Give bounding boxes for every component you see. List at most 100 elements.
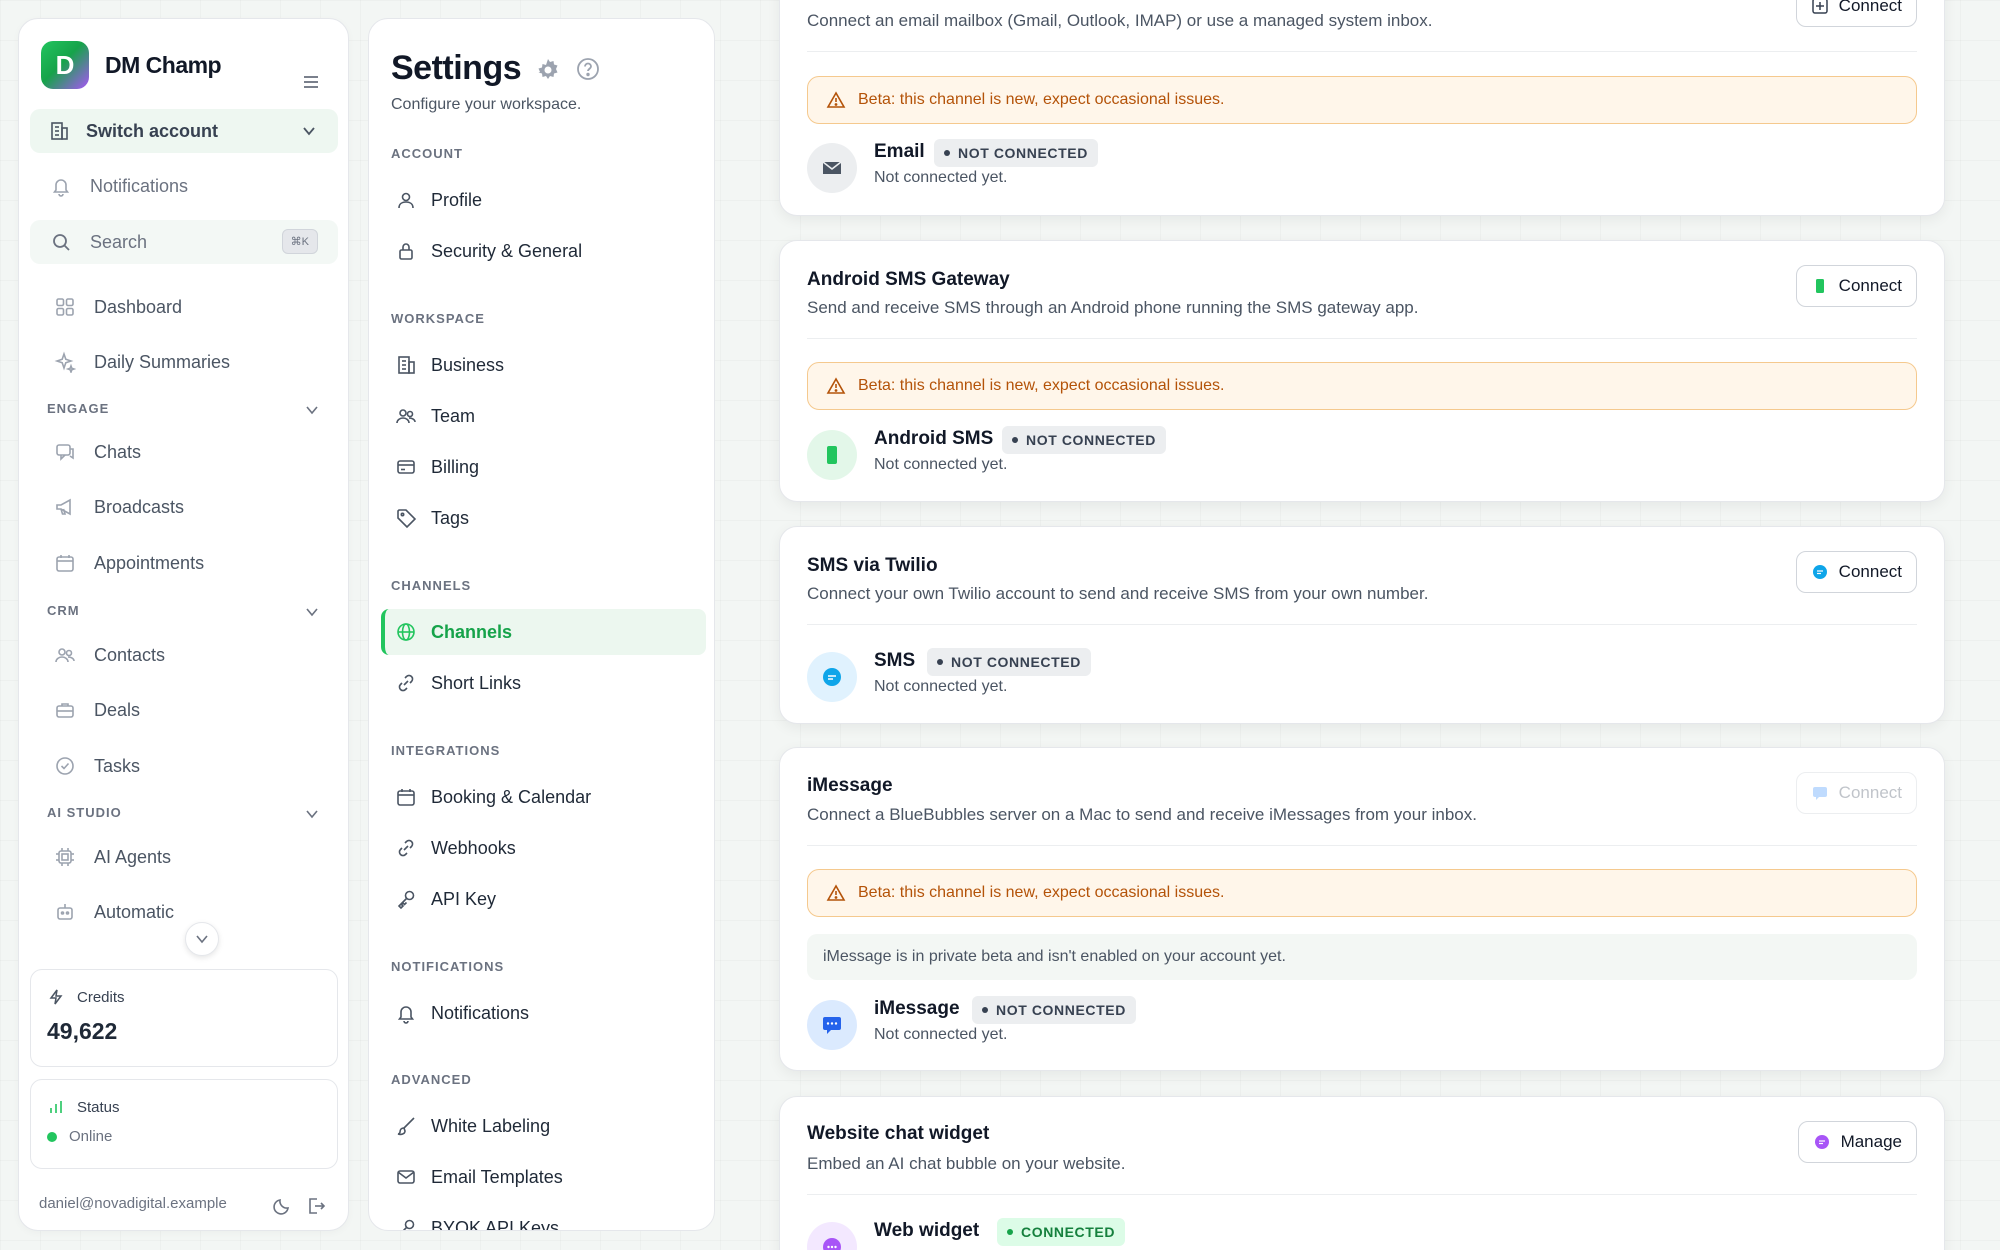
search-icon <box>53 234 70 251</box>
connect-label: Connect <box>1838 276 1902 295</box>
settings-item-label: White Labeling <box>431 1115 551 1136</box>
sidebar-item-chats[interactable]: Chats <box>30 430 338 474</box>
status-badge: NOT CONNECTED <box>934 139 1098 167</box>
chat-icon <box>56 444 74 461</box>
badge-label: NOT CONNECTED <box>951 654 1081 670</box>
search-input[interactable]: Search ⌘K <box>30 220 338 264</box>
channel-row: SMS NOT CONNECTED Not connected yet. <box>807 648 1407 712</box>
status-dot <box>47 1131 57 1142</box>
card-title: iMessage <box>807 775 893 796</box>
scroll-down-button[interactable] <box>185 922 219 956</box>
settings-section-account: ACCOUNT <box>391 146 463 161</box>
channel-status-text: Not connected yet. <box>874 678 1008 695</box>
sidebar-item-appointments[interactable]: Appointments <box>30 541 338 585</box>
settings-item-tags[interactable]: Tags <box>381 495 706 541</box>
lock-icon <box>399 243 413 260</box>
sidebar-item-daily-summaries[interactable]: Daily Summaries <box>30 340 338 384</box>
settings-item-label: Tags <box>431 507 470 528</box>
chat-bubble-icon <box>1814 1135 1829 1149</box>
settings-section-notifications: NOTIFICATIONS <box>391 959 505 974</box>
settings-item-api-key[interactable]: API Key <box>381 876 706 922</box>
chevron-down-icon[interactable] <box>304 402 320 418</box>
connect-label: Connect <box>1838 783 1902 802</box>
brand-name: DM Champ <box>105 51 222 78</box>
check-circle-icon <box>56 757 74 775</box>
switch-account-button[interactable]: Switch account <box>30 109 338 153</box>
globe-icon <box>397 623 415 641</box>
settings-item-label: Webhooks <box>431 837 516 858</box>
sidebar-notifications[interactable]: Notifications <box>30 164 338 208</box>
settings-item-webhooks[interactable]: Webhooks <box>381 825 706 871</box>
card-description: Connect your own Twilio account to send … <box>807 584 1429 603</box>
settings-item-channels[interactable]: Channels <box>381 609 706 655</box>
status-title: Status <box>47 1098 321 1116</box>
search-placeholder: Search <box>90 231 148 252</box>
chat-bubble-icon <box>823 1238 841 1250</box>
chip-icon <box>56 848 74 866</box>
settings-item-label: Short Links <box>431 672 522 693</box>
key-icon <box>402 1219 415 1230</box>
sidebar-item-tasks[interactable]: Tasks <box>30 744 338 788</box>
settings-item-label: Channels <box>431 621 513 642</box>
warning-icon <box>826 884 846 901</box>
beta-notice-text: Beta: this channel is new, expect occasi… <box>858 884 1225 901</box>
settings-item-security[interactable]: Security & General <box>381 228 706 274</box>
channel-name: iMessage <box>874 998 960 1019</box>
channel-status-text: Not connected yet. <box>874 456 1008 473</box>
settings-item-notifications[interactable]: Notifications <box>381 990 706 1036</box>
status-badge: NOT CONNECTED <box>1002 426 1166 454</box>
settings-item-profile[interactable]: Profile <box>381 177 706 223</box>
connect-button[interactable]: Connect <box>1795 265 1917 307</box>
card-divider <box>807 51 1917 52</box>
connect-button[interactable]: Connect <box>1795 0 1917 27</box>
settings-section-channels: CHANNELS <box>391 578 472 593</box>
logout-icon[interactable] <box>305 1195 327 1217</box>
settings-item-email-templates[interactable]: Email Templates <box>381 1154 706 1200</box>
manage-button[interactable]: Manage <box>1797 1121 1917 1163</box>
sidebar-item-automatic[interactable]: Automatic <box>30 890 210 934</box>
manage-label: Manage <box>1840 1132 1902 1151</box>
settings-item-team[interactable]: Team <box>381 393 706 439</box>
settings-item-white-labeling[interactable]: White Labeling <box>381 1103 706 1149</box>
page-subtitle: Configure your workspace. <box>391 96 582 113</box>
help-icon[interactable] <box>575 56 601 82</box>
brand[interactable]: D DM Champ <box>41 41 222 89</box>
key-icon <box>397 890 415 910</box>
search-shortcut: ⌘K <box>281 229 318 254</box>
calendar-icon <box>56 555 74 572</box>
chevron-down-icon[interactable] <box>304 806 320 822</box>
menu-icon[interactable] <box>300 71 322 93</box>
twilio-sms-card: SMS via Twilio Connect your own Twilio a… <box>779 526 1945 724</box>
sidebar-item-ai-agents[interactable]: AI Agents <box>30 835 338 879</box>
main-sidebar: D DM Champ Switch account Notifications … <box>18 18 349 1231</box>
settings-item-label: Business <box>431 354 505 375</box>
sidebar-item-broadcasts[interactable]: Broadcasts <box>30 485 338 529</box>
connect-button[interactable]: Connect <box>1795 772 1917 814</box>
sidebar-item-contacts[interactable]: Contacts <box>30 633 338 677</box>
beta-notice-text: Beta: this channel is new, expect occasi… <box>858 91 1225 108</box>
connect-button[interactable]: Connect <box>1795 551 1917 593</box>
connect-label: Connect <box>1838 0 1902 15</box>
mail-icon <box>822 161 842 174</box>
beta-notice: Beta: this channel is new, expect occasi… <box>807 76 1917 124</box>
status-badge: NOT CONNECTED <box>927 648 1091 676</box>
moon-icon[interactable] <box>271 1195 293 1217</box>
settings-item-byok-api-keys[interactable]: BYOK API Keys <box>381 1205 706 1230</box>
settings-item-booking-calendar[interactable]: Booking & Calendar <box>381 774 706 820</box>
settings-panel: Settings Configure your workspace. ACCOU… <box>368 18 715 1231</box>
settings-item-short-links[interactable]: Short Links <box>381 660 706 706</box>
chevron-down-icon[interactable] <box>304 604 320 620</box>
android-channel-icon <box>807 430 857 480</box>
sidebar-item-dashboard[interactable]: Dashboard <box>30 285 338 329</box>
sidebar-item-deals[interactable]: Deals <box>30 688 338 732</box>
grid-icon <box>56 298 74 316</box>
building-icon <box>398 356 415 374</box>
channel-row: Web widget CONNECTED <box>807 1218 1407 1250</box>
status-label: Status <box>77 1098 120 1116</box>
channel-row: Android SMS NOT CONNECTED Not connected … <box>807 426 1407 490</box>
beta-notice-text: Beta: this channel is new, expect occasi… <box>858 377 1225 394</box>
phone-icon <box>1815 279 1824 293</box>
settings-item-billing[interactable]: Billing <box>381 444 706 490</box>
settings-item-business[interactable]: Business <box>381 342 706 388</box>
megaphone-icon <box>56 498 71 516</box>
